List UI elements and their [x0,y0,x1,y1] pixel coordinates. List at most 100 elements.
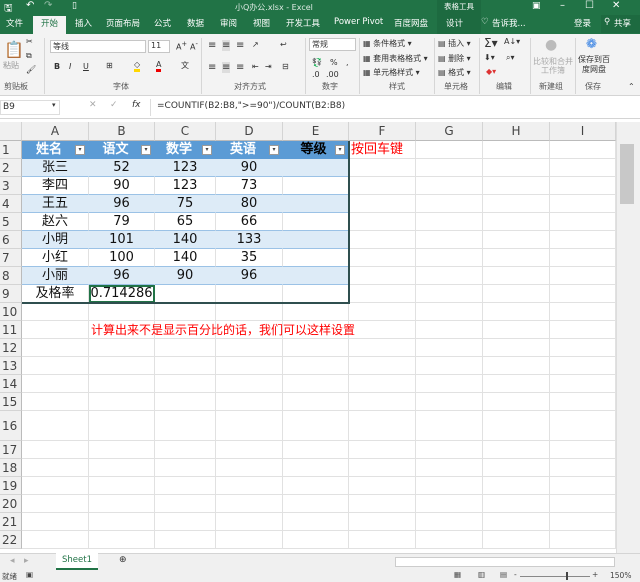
cell[interactable] [416,159,483,177]
cell[interactable] [550,375,616,393]
cell[interactable] [216,513,283,531]
cell[interactable] [89,411,155,441]
row-header-19[interactable]: 19 [0,477,22,495]
cell[interactable] [216,303,283,321]
cell[interactable] [483,159,550,177]
cell[interactable] [349,459,416,477]
percent-icon[interactable]: % [330,58,338,67]
cell[interactable] [283,339,349,357]
cell[interactable]: 张三 [22,159,89,177]
cell[interactable] [22,477,89,495]
cell[interactable] [416,495,483,513]
cell[interactable] [216,357,283,375]
cell[interactable] [550,411,616,441]
cell[interactable] [550,513,616,531]
tab-view[interactable]: 视图 [253,17,270,29]
row-header-16[interactable]: 16 [0,411,22,441]
italic-button[interactable]: I [69,62,71,71]
ribbon-display-icon[interactable]: ▣ [532,1,541,11]
cell[interactable] [416,303,483,321]
cell[interactable] [283,495,349,513]
cell[interactable]: 123 [155,159,216,177]
cell[interactable] [483,477,550,495]
cell[interactable] [349,303,416,321]
cell[interactable] [89,357,155,375]
cell[interactable] [550,159,616,177]
cell[interactable] [216,339,283,357]
tab-home[interactable]: 开始 [33,16,67,34]
cell[interactable] [89,339,155,357]
cell[interactable] [550,267,616,285]
cell[interactable]: 96 [89,195,155,213]
cell[interactable] [155,339,216,357]
cell[interactable] [550,213,616,231]
cell[interactable] [483,195,550,213]
cell[interactable] [283,357,349,375]
cell[interactable] [550,339,616,357]
delete-cells-button[interactable]: ▤ 删除 ▾ [438,53,471,64]
cell[interactable] [22,411,89,441]
insert-function-icon[interactable]: fx [132,100,141,110]
cell[interactable]: 140 [155,249,216,267]
cell[interactable] [550,357,616,375]
orientation-icon[interactable]: ↗ [252,40,259,49]
cut-icon[interactable]: ✂ [26,37,33,46]
redo-icon[interactable]: ↷ [44,0,52,11]
cell[interactable] [349,513,416,531]
cell[interactable]: 80 [216,195,283,213]
cell[interactable] [416,213,483,231]
cell[interactable] [349,357,416,375]
cell[interactable] [550,249,616,267]
save-to-baidu-button[interactable]: 保存到百度网盘 [577,55,611,75]
cell[interactable] [349,477,416,495]
cell[interactable]: 73 [216,177,283,195]
zoom-slider-thumb[interactable] [566,572,568,580]
font-name-select[interactable]: 等线 [50,40,146,53]
tab-page-layout[interactable]: 页面布局 [106,17,140,29]
cell[interactable] [283,411,349,441]
cell[interactable] [416,393,483,411]
column-header-H[interactable]: H [483,122,550,141]
row-header-5[interactable]: 5 [0,213,22,231]
cell-style-button[interactable]: ▦ 单元格样式 ▾ [363,67,420,78]
cell[interactable]: 79 [89,213,155,231]
column-header-D[interactable]: D [216,122,283,141]
cell[interactable] [22,531,89,549]
column-header-F[interactable]: F [349,122,416,141]
cell[interactable] [550,393,616,411]
cell[interactable]: 66 [216,213,283,231]
cell[interactable]: 140 [155,231,216,249]
cell[interactable]: 96 [89,267,155,285]
cell[interactable] [283,441,349,459]
clear-icon[interactable]: ◆▾ [486,67,496,76]
cell[interactable] [155,513,216,531]
cell[interactable] [155,303,216,321]
close-button[interactable]: ✕ [612,0,620,11]
cell[interactable] [349,393,416,411]
row-header-18[interactable]: 18 [0,459,22,477]
cell[interactable] [416,357,483,375]
align-center-icon[interactable]: ≡ [222,62,231,73]
paste-button[interactable]: 粘贴 [3,60,19,71]
cell[interactable] [483,339,550,357]
enter-icon[interactable]: ✓ [110,100,118,110]
comma-icon[interactable]: , [346,58,349,67]
align-left-icon[interactable]: ≡ [208,62,216,73]
macro-record-icon[interactable]: ▣ [26,570,33,579]
cell[interactable] [155,393,216,411]
cell[interactable] [22,375,89,393]
column-header-A[interactable]: A [22,122,89,141]
formula-input[interactable]: =COUNTIF(B2:B8,">=90")/COUNT(B2:B8) [150,99,638,116]
next-sheet-icon[interactable]: ▸ [24,556,29,566]
share-button[interactable]: 共享 [614,17,631,29]
cell[interactable] [155,411,216,441]
copy-icon[interactable]: ⧉ [26,51,32,61]
underline-button[interactable]: U [83,62,89,71]
cell[interactable] [550,459,616,477]
cell[interactable] [349,159,416,177]
filter-dropdown-button[interactable]: ▾ [335,145,345,155]
autosum-icon[interactable]: Σ▾ [484,36,498,50]
format-painter-icon[interactable]: 🖌 [26,65,36,74]
page-break-view-icon[interactable]: ▤ [500,570,507,579]
row-header-21[interactable]: 21 [0,513,22,531]
